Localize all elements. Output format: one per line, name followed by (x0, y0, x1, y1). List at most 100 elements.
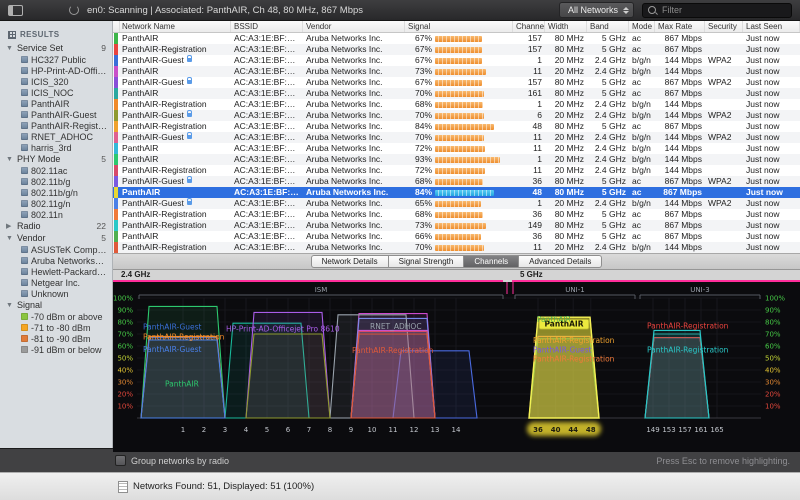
table-row[interactable]: PanthAIRAC:A3:1E:BF:…Aruba Networks Inc.… (113, 187, 800, 198)
sidebar-group-signal[interactable]: ▼Signal (0, 299, 112, 311)
tab-advanced-details[interactable]: Advanced Details (519, 255, 602, 268)
table-row[interactable]: PanthAIR-RegistrationAC:A3:1E:BF:…Aruba … (113, 165, 800, 176)
row-color-stripe (114, 110, 118, 121)
network-shape-selected[interactable] (529, 317, 599, 418)
sidebar-group-radio[interactable]: ▶Radio22 (0, 220, 112, 232)
sidebar-item[interactable]: PanthAIR-Regist… (0, 120, 112, 131)
group-count-badge: 5 (101, 154, 106, 164)
network-filter-dropdown[interactable]: All Networks (559, 2, 634, 18)
sidebar-item[interactable]: 802.11b/g (0, 176, 112, 187)
table-row[interactable]: PanthAIR-GuestAC:A3:1E:BF:…Aruba Network… (113, 77, 800, 88)
column-header-last-seen[interactable]: Last Seen (743, 21, 800, 32)
network-label: HP-Print-AD-Officejet Pro 8610 (226, 324, 340, 333)
table-row[interactable]: PanthAIR-RegistrationAC:A3:1E:BF:…Aruba … (113, 242, 800, 253)
table-row[interactable]: PanthAIR-RegistrationAC:A3:1E:BF:…Aruba … (113, 121, 800, 132)
sidebar-item[interactable]: 802.11g/n (0, 198, 112, 209)
sidebar-toggle-icon[interactable] (8, 5, 23, 16)
filter-field[interactable] (642, 3, 792, 18)
cell-signal: 84% (405, 121, 513, 132)
svg-text:3: 3 (223, 426, 227, 434)
sidebar-item[interactable]: Netgear Inc. (0, 277, 112, 288)
table-row[interactable]: PanthAIR-GuestAC:A3:1E:BF:…Aruba Network… (113, 176, 800, 187)
tab-channels[interactable]: Channels (464, 255, 519, 268)
group-by-radio-checkbox[interactable] (115, 455, 126, 466)
sidebar-item[interactable]: HP-Print-AD-Offi… (0, 65, 112, 76)
group-count-badge: 5 (101, 233, 106, 243)
cell-max-rate: 144 Mbps (655, 66, 705, 77)
column-header-network-name[interactable]: Network Name (119, 21, 231, 32)
table-row[interactable]: PanthAIR-RegistrationAC:A3:1E:BF:…Aruba … (113, 99, 800, 110)
filter-input[interactable] (660, 4, 786, 16)
cell-max-rate: 144 Mbps (655, 110, 705, 121)
sidebar-item[interactable]: ICIS_320 (0, 76, 112, 87)
table-row[interactable]: PanthAIR-GuestAC:A3:1E:BF:…Aruba Network… (113, 110, 800, 121)
table-row[interactable]: PanthAIR-GuestAC:A3:1E:BF:…Aruba Network… (113, 198, 800, 209)
column-header-mode[interactable]: Mode (629, 21, 655, 32)
column-header-vendor[interactable]: Vendor (303, 21, 405, 32)
table-row[interactable]: PanthAIR-GuestAC:A3:1E:BF:…Aruba Network… (113, 55, 800, 66)
table-row[interactable]: PanthAIR-RegistrationAC:A3:1E:BF:…Aruba … (113, 209, 800, 220)
disclosure-triangle-icon[interactable]: ▼ (6, 45, 14, 52)
table-row[interactable]: PanthAIRAC:A3:1E:BF:…Aruba Networks Inc.… (113, 143, 800, 154)
table-row[interactable]: PanthAIR-RegistrationAC:A3:1E:BF:…Aruba … (113, 220, 800, 231)
view-tabs: Network DetailsSignal StrengthChannelsAd… (311, 255, 603, 268)
channels-chart[interactable]: ISMUNI-1UNI-3100%100%90%90%80%80%70%70%6… (113, 282, 800, 452)
cell-width: 80 MHz (545, 44, 587, 55)
cell-channel: 1 (513, 55, 545, 66)
table-row[interactable]: PanthAIRAC:A3:1E:BF:…Aruba Networks Inc.… (113, 154, 800, 165)
column-header-signal[interactable]: Signal (405, 21, 513, 32)
cell-channel: 36 (513, 176, 545, 187)
row-color-stripe (114, 77, 118, 88)
sidebar-item[interactable]: 802.11ac (0, 165, 112, 176)
table-row[interactable]: PanthAIRAC:A3:1E:BF:…Aruba Networks Inc.… (113, 33, 800, 44)
network-shape[interactable] (246, 334, 330, 418)
cell-channel: 48 (513, 121, 545, 132)
network-label: PanthAIR (537, 315, 571, 324)
sidebar-item[interactable]: 802.11n (0, 209, 112, 220)
sidebar-item[interactable]: harris_3rd (0, 142, 112, 153)
sidebar-item[interactable]: Hewlett-Packard… (0, 266, 112, 277)
svg-text:UNI-3: UNI-3 (690, 286, 709, 294)
row-color-stripe (114, 165, 118, 176)
sidebar-group-phy-mode[interactable]: ▼PHY Mode5 (0, 153, 112, 165)
sidebar-item[interactable]: HC327 Public (0, 54, 112, 65)
sidebar-item[interactable]: 802.11b/g/n (0, 187, 112, 198)
network-label: PanthAIR-Registration (647, 322, 729, 331)
table-row[interactable]: PanthAIRAC:A3:1E:BF:…Aruba Networks Inc.… (113, 231, 800, 242)
table-row[interactable]: PanthAIR-RegistrationAC:A3:1E:BF:…Aruba … (113, 44, 800, 55)
column-header-security[interactable]: Security (705, 21, 743, 32)
table-row[interactable]: PanthAIRAC:A3:1E:BF:…Aruba Networks Inc.… (113, 88, 800, 99)
disclosure-triangle-icon[interactable]: ▼ (6, 156, 14, 163)
sidebar-item-label: PanthAIR-Guest (31, 110, 97, 120)
cell-network-name: PanthAIR-Guest (119, 198, 231, 209)
cell-width: 20 MHz (545, 66, 587, 77)
sidebar-item[interactable]: ICIS_NOC (0, 87, 112, 98)
column-header-band[interactable]: Band (587, 21, 629, 32)
disclosure-triangle-icon[interactable]: ▼ (6, 235, 14, 242)
column-header-bssid[interactable]: BSSID (231, 21, 303, 32)
sidebar-group-vendor[interactable]: ▼Vendor5 (0, 232, 112, 244)
cell-bssid: AC:A3:1E:BF:… (231, 154, 303, 165)
column-header-width[interactable]: Width (545, 21, 587, 32)
sidebar-item[interactable]: Aruba Networks… (0, 255, 112, 266)
column-header-channel[interactable]: Channel (513, 21, 545, 32)
tab-network-details[interactable]: Network Details (311, 255, 389, 268)
sidebar-item[interactable]: Unknown (0, 288, 112, 299)
cell-security (705, 66, 743, 77)
cell-mode: ac (629, 88, 655, 99)
tab-signal-strength[interactable]: Signal Strength (389, 255, 465, 268)
sidebar-item[interactable]: RNET_ADHOC (0, 131, 112, 142)
sidebar-item[interactable]: PanthAIR-Guest (0, 109, 112, 120)
column-header-max-rate[interactable]: Max Rate (655, 21, 705, 32)
cell-signal: 68% (405, 99, 513, 110)
sidebar-item[interactable]: PanthAIR (0, 98, 112, 109)
disclosure-triangle-icon[interactable]: ▼ (6, 302, 14, 309)
table-row[interactable]: PanthAIR-GuestAC:A3:1E:BF:…Aruba Network… (113, 132, 800, 143)
disclosure-triangle-icon[interactable]: ▶ (6, 222, 14, 230)
cell-network-name: PanthAIR-Guest (119, 176, 231, 187)
sidebar-item-label: RNET_ADHOC (31, 132, 93, 142)
network-shape[interactable] (645, 330, 709, 418)
table-row[interactable]: PanthAIRAC:A3:1E:BF:…Aruba Networks Inc.… (113, 66, 800, 77)
sidebar-item[interactable]: ASUSTeK Comp… (0, 244, 112, 255)
sidebar-group-service-set[interactable]: ▼Service Set9 (0, 42, 112, 54)
